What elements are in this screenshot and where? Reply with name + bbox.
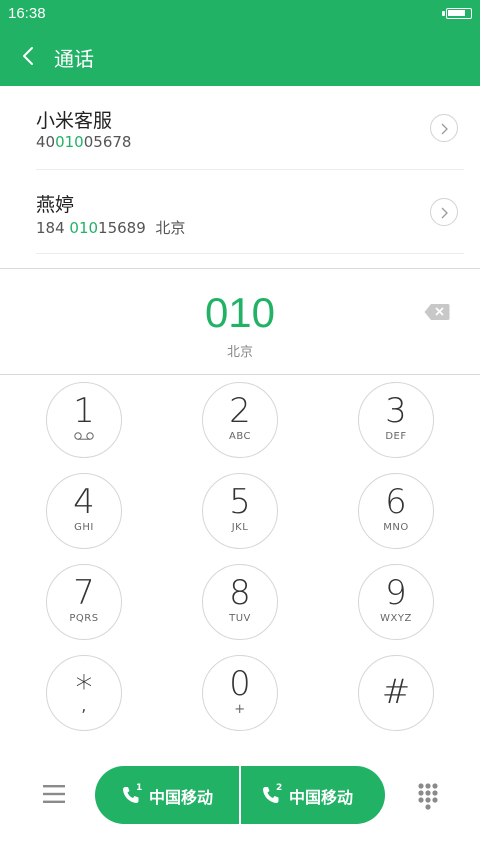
divider <box>0 374 480 375</box>
key-4[interactable]: 4 GHI <box>46 473 122 549</box>
key-digit: 2 <box>229 391 251 431</box>
carrier-label: 中国移动 <box>149 788 214 807</box>
app-header: 通话 <box>0 28 480 86</box>
key-digit: 1 <box>73 391 95 431</box>
search-results-list: 小米客服 4001005678 燕婷 184 01015689 北京 <box>0 86 480 268</box>
chevron-right-icon <box>441 123 448 135</box>
key-letters: MNO <box>383 522 409 533</box>
sim-index: 2 <box>276 783 283 793</box>
key-letters: DEF <box>385 431 407 442</box>
carrier-label: 中国移动 <box>289 788 354 807</box>
key-digit: 8 <box>229 573 251 613</box>
call-sim1-button[interactable]: 1 中国移动 <box>95 766 239 824</box>
dial-display: 010 北京 <box>0 269 480 374</box>
call-sim2-button[interactable]: 2 中国移动 <box>241 766 385 824</box>
menu-icon[interactable] <box>42 784 66 804</box>
key-letters: JKL <box>231 522 249 533</box>
bottom-action-bar: 1 中国移动 2 中国移动 <box>0 760 480 840</box>
key-digit: 9 <box>385 573 407 613</box>
key-6[interactable]: 6 MNO <box>358 473 434 549</box>
key-letters: WXYZ <box>380 613 412 624</box>
key-digit: 6 <box>385 482 407 522</box>
key-0[interactable]: 0 + <box>202 655 278 731</box>
key-5[interactable]: 5 JKL <box>202 473 278 549</box>
contact-number: 4001005678 <box>36 133 132 151</box>
key-digit: # <box>381 672 411 712</box>
contact-detail-button[interactable] <box>430 198 458 226</box>
key-7[interactable]: 7 PQRS <box>46 564 122 640</box>
call-buttons: 1 中国移动 2 中国移动 <box>95 766 385 824</box>
voicemail-icon <box>74 432 94 440</box>
contact-detail-button[interactable] <box>430 114 458 142</box>
status-bar: 16:38 <box>0 0 480 28</box>
battery-icon <box>442 8 472 19</box>
contact-name: 小米客服 <box>36 110 113 132</box>
key-9[interactable]: 9 WXYZ <box>358 564 434 640</box>
chevron-right-icon <box>441 207 448 219</box>
key-3[interactable]: 3 DEF <box>358 382 434 458</box>
sim-index: 1 <box>136 783 143 793</box>
result-item-2[interactable]: 燕婷 184 01015689 北京 <box>36 170 464 254</box>
key-letters: , <box>81 696 87 715</box>
key-digit: 3 <box>385 391 407 431</box>
key-digit: 5 <box>229 482 251 522</box>
key-hash[interactable]: # <box>358 655 434 731</box>
result-item-1[interactable]: 小米客服 4001005678 <box>36 86 464 170</box>
dialed-number: 010 <box>204 289 276 336</box>
key-digit: 7 <box>73 573 95 613</box>
key-letters: PQRS <box>69 613 99 624</box>
page-title: 通话 <box>54 47 94 71</box>
key-star[interactable]: * , <box>46 655 122 731</box>
backspace-icon[interactable] <box>424 303 450 321</box>
key-digit: 4 <box>73 482 95 522</box>
contact-name: 燕婷 <box>36 194 75 216</box>
key-2[interactable]: 2 ABC <box>202 382 278 458</box>
back-arrow-icon[interactable] <box>18 44 42 68</box>
number-location: 北京 <box>226 345 253 360</box>
key-1[interactable]: 1 <box>46 382 122 458</box>
key-8[interactable]: 8 TUV <box>202 564 278 640</box>
status-time: 16:38 <box>8 5 46 22</box>
contact-number: 184 01015689 北京 <box>36 219 186 237</box>
key-letters: TUV <box>229 613 251 624</box>
key-letters: + <box>234 702 246 717</box>
key-letters: ABC <box>228 431 251 442</box>
dialpad-icon[interactable] <box>417 782 439 810</box>
key-letters: GHI <box>74 522 94 533</box>
key-digit: 0 <box>229 664 251 704</box>
